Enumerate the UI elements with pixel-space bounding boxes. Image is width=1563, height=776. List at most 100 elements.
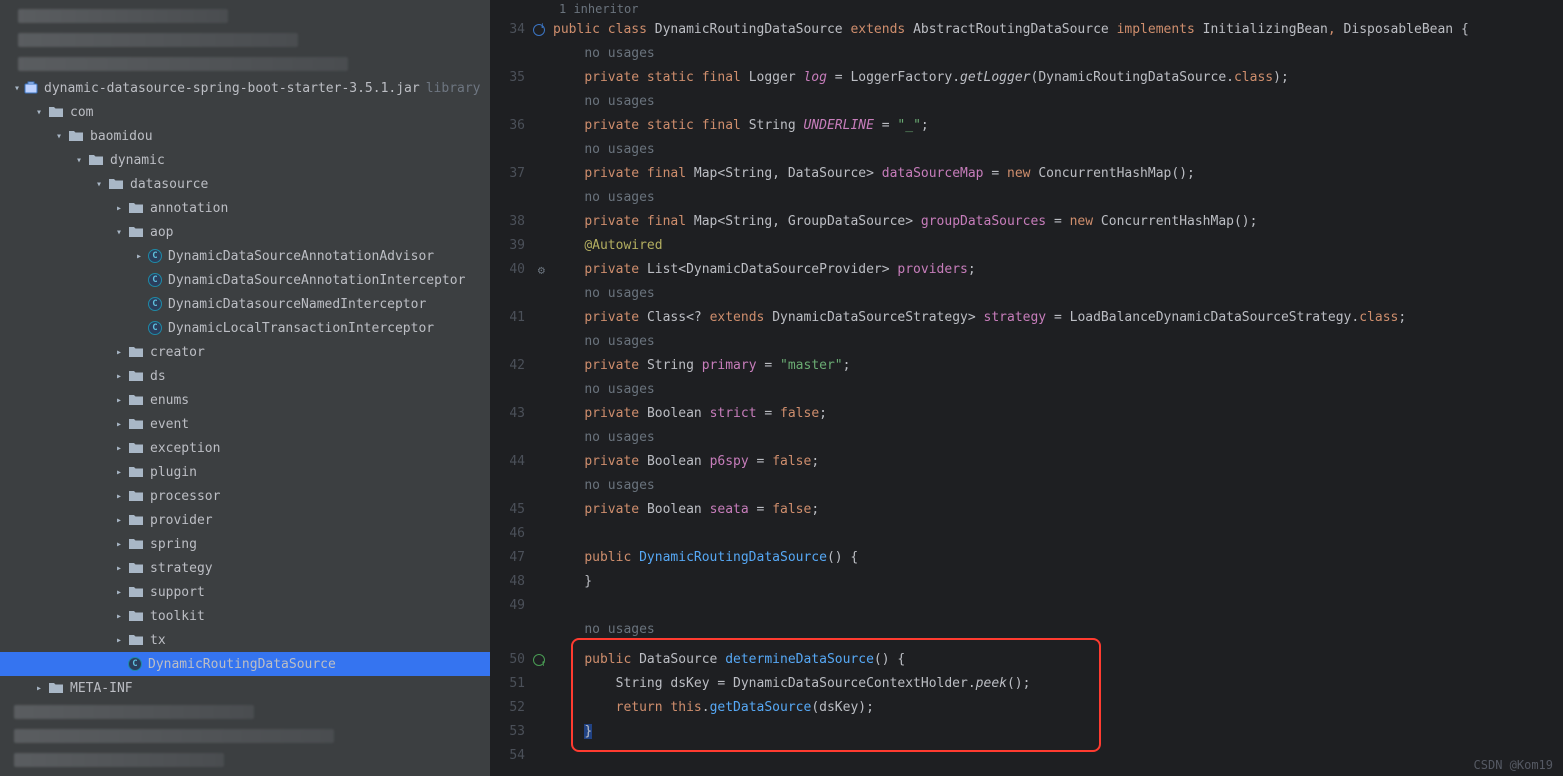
line-number[interactable]: 37 (491, 162, 545, 186)
expand-arrow-icon[interactable] (114, 659, 124, 669)
bean-icon[interactable]: ⚙ (538, 258, 545, 282)
pkg-enums[interactable]: ▸enums (0, 388, 490, 412)
code-line-47[interactable]: public DynamicRoutingDataSource() { (553, 546, 1563, 570)
pkg-ds[interactable]: ▸ds (0, 364, 490, 388)
cls-named-interceptor[interactable]: DynamicDatasourceNamedInterceptor (0, 292, 490, 316)
expand-arrow-icon[interactable]: ▾ (94, 179, 104, 189)
pkg-processor[interactable]: ▸processor (0, 484, 490, 508)
expand-arrow-icon[interactable]: ▸ (34, 683, 44, 693)
expand-arrow-icon[interactable]: ▸ (114, 467, 124, 477)
code-line-38[interactable]: private final Map<String, GroupDataSourc… (553, 210, 1563, 234)
expand-arrow-icon[interactable]: ▸ (114, 203, 124, 213)
usage-inlay[interactable]: no usages (584, 46, 654, 61)
code-line-40[interactable]: private List<DynamicDataSourceProvider> … (553, 258, 1563, 282)
inlay-line[interactable]: no usages (553, 282, 1563, 306)
pkg-datasource[interactable]: ▾datasource (0, 172, 490, 196)
inlay-line[interactable]: no usages (553, 186, 1563, 210)
expand-arrow-icon[interactable]: ▸ (114, 635, 124, 645)
expand-arrow-icon[interactable]: ▾ (74, 155, 84, 165)
line-number[interactable]: 34 (491, 18, 545, 42)
usage-inlay[interactable]: no usages (584, 190, 654, 205)
pkg-dynamic[interactable]: ▾dynamic (0, 148, 490, 172)
pkg-exception[interactable]: ▸exception (0, 436, 490, 460)
code-line-51[interactable]: String dsKey = DynamicDataSourceContextH… (553, 672, 1563, 696)
pkg-plugin[interactable]: ▸plugin (0, 460, 490, 484)
code-line-46[interactable] (553, 522, 1563, 546)
inlay-line[interactable]: no usages (553, 90, 1563, 114)
code-line-34[interactable]: public class DynamicRoutingDataSource ex… (553, 18, 1563, 42)
code-line-39[interactable]: @Autowired (553, 234, 1563, 258)
line-number[interactable]: 44 (491, 450, 545, 474)
code-area[interactable]: 1 inheritorpublic class DynamicRoutingDa… (553, 0, 1563, 776)
line-number[interactable]: 50 (491, 648, 545, 672)
pkg-event[interactable]: ▸event (0, 412, 490, 436)
expand-arrow-icon[interactable]: ▾ (114, 227, 124, 237)
line-number[interactable]: 45 (491, 498, 545, 522)
code-line-52[interactable]: return this.getDataSource(dsKey); (553, 696, 1563, 720)
line-number[interactable]: 53 (491, 720, 545, 744)
code-line-45[interactable]: private Boolean seata = false; (553, 498, 1563, 522)
expand-arrow-icon[interactable]: ▸ (114, 563, 124, 573)
expand-arrow-icon[interactable]: ▾ (54, 131, 64, 141)
pkg-annotation[interactable]: ▸annotation (0, 196, 490, 220)
usage-inlay[interactable]: no usages (584, 478, 654, 493)
inlay-line[interactable]: no usages (553, 138, 1563, 162)
pkg-provider[interactable]: ▸provider (0, 508, 490, 532)
project-tree-sidebar[interactable]: ▾dynamic-datasource-spring-boot-starter-… (0, 0, 491, 776)
code-line-54[interactable] (553, 744, 1563, 768)
code-line-49[interactable] (553, 594, 1563, 618)
expand-arrow-icon[interactable]: ▾ (14, 83, 20, 93)
line-number[interactable]: 36 (491, 114, 545, 138)
inlay-line[interactable]: no usages (553, 378, 1563, 402)
code-line-43[interactable]: private Boolean strict = false; (553, 402, 1563, 426)
implements-icon[interactable] (533, 24, 545, 36)
line-number[interactable]: 38 (491, 210, 545, 234)
expand-arrow-icon[interactable]: ▸ (114, 587, 124, 597)
usage-inlay[interactable]: no usages (584, 622, 654, 637)
line-number[interactable]: 35 (491, 66, 545, 90)
expand-arrow-icon[interactable] (134, 299, 144, 309)
expand-arrow-icon[interactable]: ▸ (134, 251, 144, 261)
code-line-42[interactable]: private String primary = "master"; (553, 354, 1563, 378)
line-number[interactable]: 46 (491, 522, 545, 546)
usage-inlay[interactable]: no usages (584, 142, 654, 157)
usage-inlay[interactable]: no usages (584, 430, 654, 445)
pkg-aop[interactable]: ▾aop (0, 220, 490, 244)
inlay-line[interactable]: no usages (553, 42, 1563, 66)
pkg-creator[interactable]: ▸creator (0, 340, 490, 364)
line-number[interactable]: 47 (491, 546, 545, 570)
expand-arrow-icon[interactable]: ▸ (114, 491, 124, 501)
code-line-44[interactable]: private Boolean p6spy = false; (553, 450, 1563, 474)
pkg-spring[interactable]: ▸spring (0, 532, 490, 556)
cls-local-tx[interactable]: DynamicLocalTransactionInterceptor (0, 316, 490, 340)
inlay-line[interactable]: no usages (553, 330, 1563, 354)
expand-arrow-icon[interactable] (134, 323, 144, 333)
code-line-53[interactable]: } (553, 720, 1563, 744)
pkg-baomidou[interactable]: ▾baomidou (0, 124, 490, 148)
line-number[interactable]: 42 (491, 354, 545, 378)
pkg-com[interactable]: ▾com (0, 100, 490, 124)
line-number[interactable]: 43 (491, 402, 545, 426)
expand-arrow-icon[interactable]: ▸ (114, 539, 124, 549)
line-number[interactable]: 41 (491, 306, 545, 330)
expand-arrow-icon[interactable]: ▸ (114, 395, 124, 405)
expand-arrow-icon[interactable]: ▸ (114, 347, 124, 357)
expand-arrow-icon[interactable]: ▸ (114, 611, 124, 621)
code-line-35[interactable]: private static final Logger log = Logger… (553, 66, 1563, 90)
code-line-50[interactable]: public DataSource determineDataSource() … (553, 648, 1563, 672)
usage-inlay[interactable]: no usages (584, 382, 654, 397)
code-line-41[interactable]: private Class<? extends DynamicDataSourc… (553, 306, 1563, 330)
line-number[interactable]: 48 (491, 570, 545, 594)
pkg-strategy[interactable]: ▸strategy (0, 556, 490, 580)
cls-annot-interceptor[interactable]: DynamicDataSourceAnnotationInterceptor (0, 268, 490, 292)
expand-arrow-icon[interactable]: ▸ (114, 419, 124, 429)
pkg-tx[interactable]: ▸tx (0, 628, 490, 652)
usage-inlay[interactable]: no usages (584, 286, 654, 301)
line-number[interactable]: 40⚙ (491, 258, 545, 282)
line-number[interactable]: 49 (491, 594, 545, 618)
pkg-support[interactable]: ▸support (0, 580, 490, 604)
expand-arrow-icon[interactable]: ▸ (114, 443, 124, 453)
usage-inlay[interactable]: no usages (584, 334, 654, 349)
inlay-line[interactable]: no usages (553, 426, 1563, 450)
expand-arrow-icon[interactable]: ▸ (114, 515, 124, 525)
